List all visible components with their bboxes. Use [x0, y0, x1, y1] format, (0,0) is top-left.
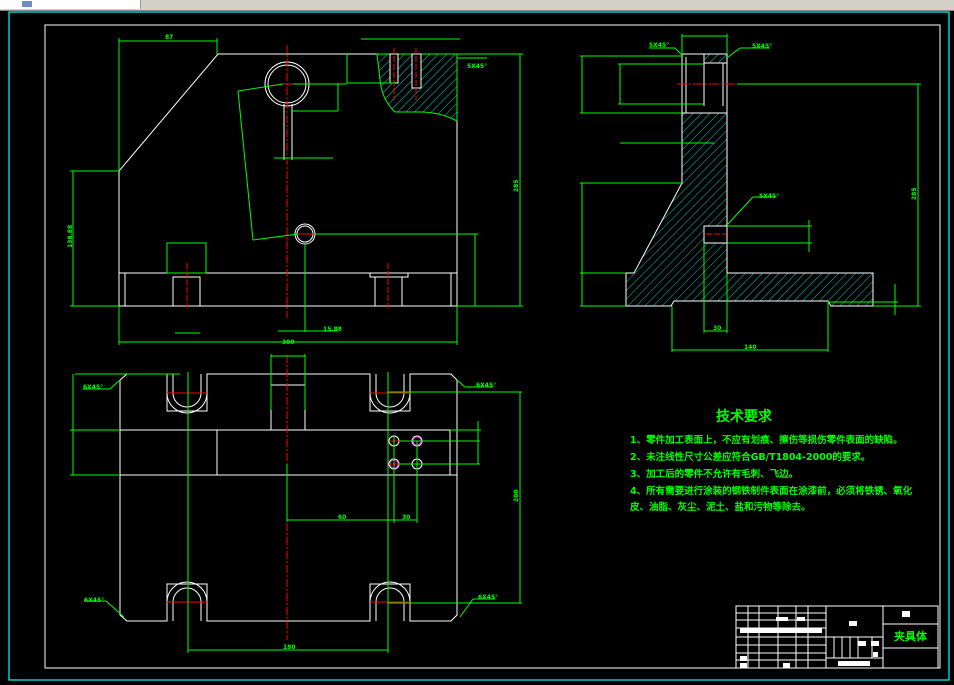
dim-chamfer-br: 6X45° [478, 594, 498, 601]
title-block-cell-text [740, 656, 747, 661]
leader-line [237, 90, 254, 241]
counterbore-right-head [369, 272, 409, 278]
drawing-frame [44, 24, 941, 669]
leader-line [109, 379, 121, 390]
title-block-cell-text [783, 663, 790, 668]
tech-requirement-item: 3、加工后的零件不允许有毛刺、飞边。 [630, 468, 798, 480]
title-block-cell-text [873, 652, 878, 657]
tech-requirement-item: 1、零件加工表面上，不应有划痕、擦伤等损伤零件表面的缺陷。 [630, 434, 903, 446]
dim-chamfer-mid: 5X45° [759, 193, 779, 200]
key-slot [270, 373, 306, 431]
dim-stem-width: 30 [713, 325, 721, 332]
dim-bottom-width: 140 [744, 344, 757, 351]
dim-right-height: 285 [513, 179, 520, 192]
leader-line [674, 47, 683, 56]
dim-hole-offset: 60 [338, 514, 346, 521]
u-slot-arc [172, 392, 202, 408]
tech-requirements-title: 技术要求 [716, 408, 773, 425]
tech-requirement-item: 4、所有需要进行涂装的钢铁制件表面在涂漆前，必须将铁锈、氧化 [630, 485, 913, 497]
leader-line [459, 598, 474, 618]
title-block-cell-text [849, 621, 857, 626]
plan-view-dimensions: 6X45° 6X45° 6X45° 6X45° 180 60 30 200 [83, 382, 520, 651]
dim-right-height: 200 [513, 489, 520, 502]
title-block: 夹具体 [735, 605, 939, 669]
leader-line [237, 83, 284, 92]
title-block-cell-text [740, 628, 822, 633]
title-block-cell-text [740, 663, 747, 668]
dim-chamfer-top: 5X45° [467, 63, 487, 70]
title-block-cell-text [858, 641, 866, 646]
dim-chamfer-right: 5X45° [752, 43, 772, 50]
dim-left-height: 138.88 [67, 225, 74, 248]
title-block-cell-text [902, 611, 910, 617]
title-block-cell-text [776, 617, 788, 621]
title-block-cell-text [838, 661, 870, 666]
dim-right-height: 285 [911, 187, 918, 200]
dim-chamfer-tr: 6X45° [476, 382, 496, 389]
u-slot-arc [172, 587, 202, 603]
dim-small-offset: 15.88 [323, 326, 342, 333]
leader-line [456, 379, 466, 388]
plan-view-outline [119, 373, 458, 622]
side-view-section [625, 112, 874, 307]
leader-line [726, 47, 741, 59]
technical-requirements: 技术要求 1、零件加工表面上，不应有划痕、擦伤等损伤零件表面的缺陷。 2、未注线… [629, 408, 913, 513]
leader-line [105, 600, 125, 618]
u-slot-arc [375, 587, 405, 603]
dim-chamfer-bl: 6X45° [84, 597, 104, 604]
side-view-chamfer-hatch [703, 53, 728, 64]
dim-bottom-width: 300 [282, 339, 295, 346]
part-name: 夹具体 [894, 629, 928, 643]
leader-line [252, 233, 299, 241]
viewport-border [8, 11, 950, 681]
title-block-cell-text [797, 617, 805, 621]
drawing-geometry [70, 34, 921, 653]
dim-slot-span: 180 [283, 644, 296, 651]
tech-requirement-item: 2、未注线性尺寸公差应符合GB/T1804-2000的要求。 [630, 451, 870, 463]
dim-hole-pitch: 30 [402, 514, 410, 521]
u-slot-arc [375, 392, 405, 408]
tech-requirement-item: 皮、油脂、灰尘、泥土、盐和污物等除去。 [629, 501, 811, 513]
dim-chamfer-left: 5X45° [649, 42, 669, 49]
dim-chamfer-tl: 6X45° [83, 384, 103, 391]
leader-line [726, 196, 754, 226]
dim-top-width: 87 [165, 34, 173, 41]
title-block-cell-text [871, 641, 879, 646]
cad-drawing-canvas[interactable]: 87 300 15.88 138.88 285 5X45° 5X45° 5X45… [0, 0, 954, 685]
